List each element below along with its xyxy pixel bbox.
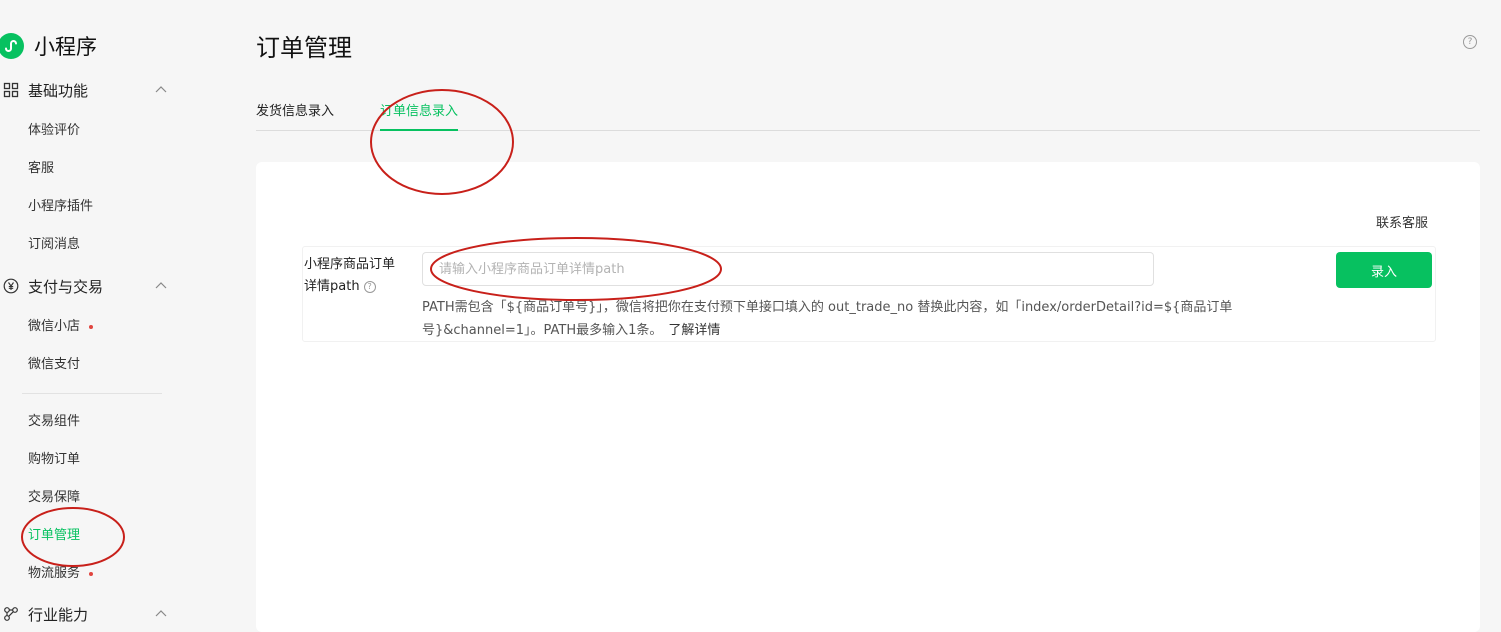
app-name: 小程序 [34,35,97,59]
path-input[interactable] [422,252,1154,286]
sidebar-item-experience-rating[interactable]: 体验评价 [28,121,80,141]
nodes-icon [2,605,20,623]
sidebar-item-wechat-shop[interactable]: 微信小店 [28,317,94,337]
chevron-up-icon[interactable] [154,606,168,625]
path-hint: PATH需包含「${商品订单号}」，微信将把你在支付预下单接口填入的 out_t… [422,296,1302,342]
sidebar-group-label: 基础功能 [28,81,89,100]
contact-service-link[interactable]: 联系客服 [1376,212,1428,231]
badge-dot [89,324,94,329]
sidebar-item-subscribe-messages[interactable]: 订阅消息 [28,235,80,255]
field-label-line1: 小程序商品订单 [304,257,396,272]
app-logo[interactable]: 小程序 [0,30,97,62]
tab-order-info[interactable]: 订单信息录入 [380,100,459,131]
help-icon[interactable]: ? [1463,35,1477,49]
sidebar-item-trade-guarantee[interactable]: 交易保障 [28,488,80,508]
grid-icon [2,81,20,99]
sidebar-item-trade-components[interactable]: 交易组件 [28,412,80,432]
field-label: 小程序商品订单 详情path? [304,254,414,298]
sidebar-item-customer-service[interactable]: 客服 [28,159,54,179]
hint-text: PATH需包含「${商品订单号}」，微信将把你在支付预下单接口填入的 out_t… [422,300,1233,338]
tab-shipping-info[interactable]: 发货信息录入 [256,100,334,129]
sidebar-item-order-management[interactable]: 订单管理 [28,526,80,546]
sidebar: 小程序 基础功能 体验评价 客服 小程序插件 订阅消息 支付与交易 微信小店 微… [0,0,200,624]
field-label-line2: 详情path [304,279,360,294]
sidebar-group-payment[interactable]: 支付与交易 [0,274,170,298]
yen-icon [2,277,20,295]
sidebar-item-wechat-pay[interactable]: 微信支付 [28,355,80,375]
miniprogram-logo-icon [0,33,24,59]
badge-dot [89,571,94,576]
chevron-up-icon[interactable] [154,278,168,297]
page-title: 订单管理 [256,34,352,62]
sidebar-group-industry[interactable]: 行业能力 [0,602,170,626]
chevron-up-icon[interactable] [154,82,168,101]
sidebar-group-label: 行业能力 [28,605,89,624]
sidebar-item-plugins[interactable]: 小程序插件 [28,197,93,217]
sidebar-item-shopping-orders[interactable]: 购物订单 [28,450,80,470]
content-card [256,162,1480,632]
question-icon[interactable]: ? [363,281,376,293]
sidebar-group-basic[interactable]: 基础功能 [0,78,170,102]
tab-bar: 发货信息录入 订单信息录入 [256,90,1480,131]
sidebar-item-label: 物流服务 [28,566,81,581]
learn-more-link[interactable]: 了解详情 [668,323,720,338]
submit-button[interactable]: 录入 [1336,252,1432,288]
sidebar-item-label: 微信小店 [28,319,81,334]
sidebar-group-label: 支付与交易 [28,277,104,296]
sidebar-item-logistics[interactable]: 物流服务 [28,564,94,584]
sidebar-divider [22,393,162,394]
